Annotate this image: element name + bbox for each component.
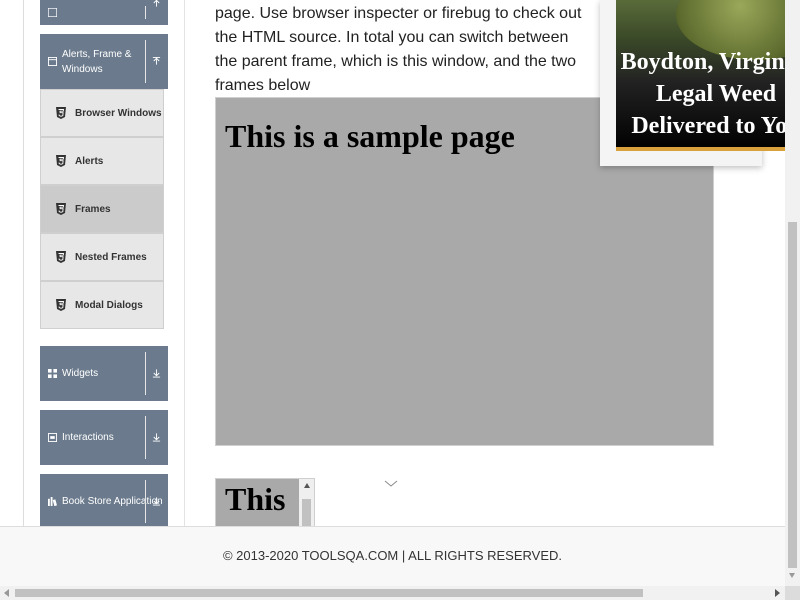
html5-icon (56, 299, 66, 311)
html5-icon (56, 251, 66, 263)
sidebar-item-alerts[interactable]: Alerts (40, 137, 164, 185)
group-separator (145, 40, 146, 83)
sidebar-group-alerts-frame-windows[interactable]: Alerts, Frame & Windows (40, 34, 168, 89)
frame-1-heading: This is a sample page (225, 118, 515, 154)
interactions-icon (48, 433, 57, 442)
scroll-down-arrow-icon[interactable] (789, 573, 795, 578)
sidebar-group-book-store[interactable]: Book Store Application (40, 474, 168, 529)
sidebar-item-label: Modal Dialogs (75, 299, 143, 311)
html5-icon (56, 203, 66, 215)
vertical-scrollbar[interactable] (785, 0, 800, 586)
left-divider (23, 0, 24, 526)
sidebar-item-label: Alerts (75, 155, 104, 167)
group-separator (145, 416, 146, 459)
intro-text: page. Use browser inspecter or firebug t… (215, 5, 582, 94)
html5-icon (56, 107, 66, 119)
ad-accent-bar (616, 147, 785, 151)
window-icon (48, 57, 57, 66)
sidebar-divider (184, 0, 185, 526)
expand-arrow-icon[interactable] (152, 432, 161, 442)
sidebar-group-widgets[interactable]: Widgets (40, 346, 168, 401)
sidebar-item-frames[interactable]: Frames (40, 185, 164, 233)
expand-arrow-icon[interactable] (152, 496, 161, 506)
scroll-right-arrow-icon[interactable] (775, 589, 780, 597)
sidebar-item-label: Browser Windows (75, 107, 162, 119)
sidebar-item-modal-dialogs[interactable]: Modal Dialogs (40, 281, 164, 329)
expand-arrow-icon[interactable] (152, 368, 161, 378)
html5-icon (56, 155, 66, 167)
chevron-down-icon[interactable] (384, 478, 398, 488)
scroll-left-arrow-icon[interactable] (4, 589, 9, 597)
vertical-scroll-thumb[interactable] (788, 222, 797, 568)
ad-banner[interactable]: Boydton, Virginia: Legal Weed Delivered … (600, 0, 785, 166)
sidebar-item-label: Frames (75, 203, 111, 215)
sidebar-group-elements[interactable] (40, 0, 168, 25)
page-viewport: Alerts, Frame & Windows Browser Windows … (0, 0, 785, 586)
horizontal-scroll-thumb[interactable] (15, 589, 643, 597)
widgets-icon (48, 369, 57, 378)
group-separator (145, 6, 146, 19)
frame-2-scroll-thumb[interactable] (302, 499, 311, 529)
sidebar-item-nested-frames[interactable]: Nested Frames (40, 233, 164, 281)
ad-headline[interactable]: Boydton, Virginia: Legal Weed Delivered … (616, 46, 785, 142)
horizontal-scrollbar[interactable] (0, 586, 785, 600)
footer: © 2013-2020 TOOLSQA.COM | ALL RIGHTS RES… (0, 526, 785, 586)
sidebar-group-interactions[interactable]: Interactions (40, 410, 168, 465)
scroll-up-arrow-icon[interactable] (304, 483, 310, 488)
bookstore-icon (48, 497, 57, 506)
group-separator (145, 352, 146, 395)
scrollbar-corner (785, 586, 800, 600)
sidebar-item-label: Nested Frames (75, 251, 147, 263)
collapse-arrow-icon[interactable] (152, 0, 161, 8)
footer-copyright: © 2013-2020 TOOLSQA.COM | ALL RIGHTS RES… (222, 548, 563, 563)
collapse-arrow-icon[interactable] (152, 56, 161, 66)
grid-icon (48, 8, 57, 17)
ad-image[interactable]: Boydton, Virginia: Legal Weed Delivered … (616, 0, 785, 150)
sidebar-item-browser-windows[interactable]: Browser Windows (40, 89, 164, 137)
group-separator (145, 480, 146, 523)
